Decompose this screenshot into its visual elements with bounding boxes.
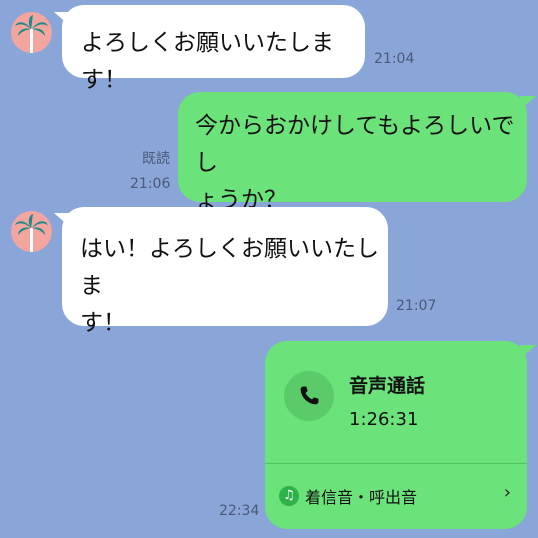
message-time: 21:07 <box>396 298 437 314</box>
bubble-tail <box>520 345 536 359</box>
call-duration: 1:26:31 <box>349 409 419 430</box>
message-bubble[interactable]: 今からおかけしてもよろしいでし ょうか？ <box>178 92 527 213</box>
message-text: よろしくお願いいたします！ <box>81 30 334 93</box>
message-text-line: はい！よろしくお願いいたしま <box>80 236 379 299</box>
message-text-line: す！ <box>80 310 126 336</box>
ringtone-label: 着信音・呼出音 <box>305 488 418 507</box>
bubble-tail <box>520 96 536 110</box>
music-note-icon: ♫ <box>279 486 299 506</box>
voice-call-card[interactable]: 音声通話 1:26:31 ♫ 着信音・呼出音 › <box>265 341 527 529</box>
palm-tree-icon <box>15 214 48 252</box>
call-time: 22:34 <box>219 503 260 519</box>
message-text-line: 今からおかけしてもよろしいでし <box>195 113 515 176</box>
message-bubble[interactable]: よろしくお願いいたします！ <box>62 5 365 93</box>
avatar[interactable] <box>11 12 52 53</box>
chevron-right-icon: › <box>503 482 511 503</box>
read-receipt: 既読 <box>142 151 170 167</box>
message-time: 21:06 <box>130 176 171 192</box>
phone-icon-circle <box>284 371 334 421</box>
message-bubble[interactable]: はい！よろしくお願いいたしま す！ <box>62 207 388 336</box>
ringtone-settings-link[interactable]: ♫ 着信音・呼出音 › <box>265 464 527 529</box>
avatar[interactable] <box>11 211 52 252</box>
palm-tree-icon <box>15 15 48 53</box>
message-time: 21:04 <box>374 51 415 67</box>
call-title: 音声通話 <box>349 375 426 397</box>
phone-icon <box>300 386 319 405</box>
